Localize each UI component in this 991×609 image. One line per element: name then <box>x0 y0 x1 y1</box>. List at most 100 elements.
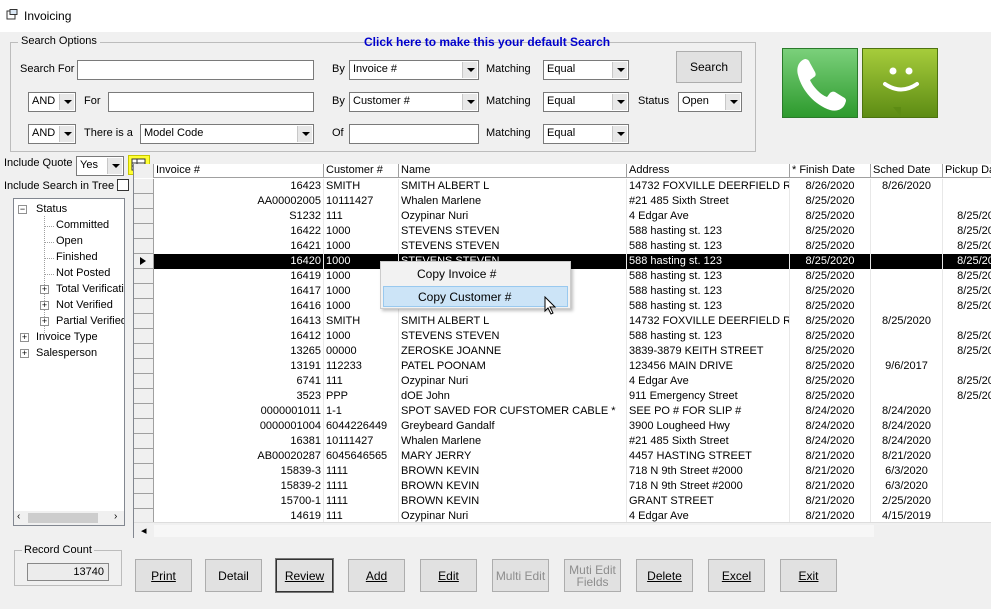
tree-scrollbar-thumb[interactable] <box>28 513 98 523</box>
table-cell[interactable] <box>943 194 991 209</box>
row-selector[interactable] <box>134 434 154 449</box>
table-cell[interactable]: 8/25/202 <box>943 209 991 224</box>
row-selector[interactable] <box>134 374 154 389</box>
table-cell[interactable] <box>871 284 943 299</box>
table-row[interactable]: AA00002005 10111427 Whalen Marlene #21 485 … <box>134 194 991 209</box>
expand-icon[interactable]: + <box>40 301 49 310</box>
table-cell[interactable]: 1111 <box>324 479 399 494</box>
table-cell[interactable]: 8/25/202 <box>943 344 991 359</box>
include-search-tree-checkbox[interactable] <box>117 179 129 191</box>
table-cell[interactable]: 9/6/2017 <box>871 359 943 374</box>
sms-button[interactable] <box>862 48 938 118</box>
table-cell[interactable] <box>871 239 943 254</box>
edit-button[interactable]: Edit <box>420 559 477 592</box>
table-cell[interactable]: SPOT SAVED FOR CUFSTOMER CABLE * <box>399 404 627 419</box>
delete-button[interactable]: Delete <box>636 559 693 592</box>
table-cell[interactable]: 15839-3 <box>154 464 324 479</box>
table-cell[interactable]: 1111 <box>324 494 399 509</box>
row-selector[interactable] <box>134 464 154 479</box>
table-row[interactable]: 16381 10111427 Whalen Marlene #21 485 Sixth… <box>134 434 991 449</box>
col-sched-date[interactable]: Sched Date <box>871 164 943 178</box>
table-cell[interactable]: 8/21/2020 <box>790 464 871 479</box>
table-cell[interactable]: AA00002005 <box>154 194 324 209</box>
table-cell[interactable]: 8/25/2020 <box>790 209 871 224</box>
table-cell[interactable]: 16417 <box>154 284 324 299</box>
tree-item-finished[interactable]: Finished <box>56 251 98 263</box>
table-row[interactable]: S1232 111 Ozypinar Nuri 4 Edgar Ave 8/25/202… <box>134 209 991 224</box>
print-button[interactable]: Print <box>135 559 192 592</box>
default-search-link[interactable]: Click here to make this your default Sea… <box>364 35 610 49</box>
table-cell[interactable]: #21 485 Sixth Street <box>627 434 790 449</box>
multi-edit-fields-button[interactable]: Muti Edit Fields <box>564 559 621 592</box>
table-cell[interactable]: 16413 <box>154 314 324 329</box>
table-cell[interactable]: 4 Edgar Ave <box>627 209 790 224</box>
table-cell[interactable]: SMITH ALBERT L <box>399 179 627 194</box>
table-row[interactable]: 15700-1 1111 BROWN KEVIN GRANT STREET 8/21/… <box>134 494 991 509</box>
table-cell[interactable]: 8/26/2020 <box>871 179 943 194</box>
detail-button[interactable]: Detail <box>205 559 262 592</box>
table-cell[interactable]: 1111 <box>324 464 399 479</box>
table-cell[interactable] <box>871 254 943 269</box>
table-cell[interactable]: 8/24/2020 <box>790 434 871 449</box>
table-cell[interactable]: 588 hasting st. 123 <box>627 224 790 239</box>
matching-select-2[interactable]: Equal <box>543 92 629 112</box>
table-cell[interactable]: 8/21/2020 <box>790 479 871 494</box>
row-selector[interactable] <box>134 269 154 284</box>
row-selector[interactable] <box>134 449 154 464</box>
table-cell[interactable]: 8/25/202 <box>943 299 991 314</box>
table-cell[interactable]: 8/21/2020 <box>790 494 871 509</box>
table-cell[interactable] <box>943 179 991 194</box>
excel-button[interactable]: Excel <box>708 559 765 592</box>
invoice-grid[interactable]: Invoice # Customer # Name Address * Fini… <box>133 164 991 538</box>
expand-icon[interactable]: + <box>20 349 29 358</box>
table-cell[interactable]: 2/25/2020 <box>871 494 943 509</box>
row-selector[interactable] <box>134 194 154 209</box>
grid-scrollbar[interactable]: ◂ <box>134 522 991 538</box>
table-cell[interactable]: 8/25/2020 <box>790 224 871 239</box>
table-cell[interactable] <box>943 314 991 329</box>
table-cell[interactable]: 4457 HASTING STREET <box>627 449 790 464</box>
table-cell[interactable]: 8/25/2020 <box>790 329 871 344</box>
table-cell[interactable]: 10111427 <box>324 194 399 209</box>
row-selector[interactable] <box>134 419 154 434</box>
table-cell[interactable]: #21 485 Sixth Street <box>627 194 790 209</box>
table-cell[interactable]: 8/25/2020 <box>790 269 871 284</box>
table-cell[interactable]: 3900 Lougheed Hwy <box>627 419 790 434</box>
search-for-input[interactable] <box>77 60 314 80</box>
and-select-1[interactable]: AND <box>28 92 76 112</box>
table-cell[interactable] <box>943 494 991 509</box>
table-cell[interactable]: 13265 <box>154 344 324 359</box>
table-cell[interactable]: 00000 <box>324 344 399 359</box>
row-selector[interactable] <box>134 404 154 419</box>
tree-item-salesperson[interactable]: Salesperson <box>36 347 97 359</box>
table-cell[interactable]: MARY JERRY <box>399 449 627 464</box>
tree-item-not-posted[interactable]: Not Posted <box>56 267 110 279</box>
table-row[interactable]: 16412 1000 STEVENS STEVEN 588 hasting st. 1… <box>134 329 991 344</box>
table-cell[interactable]: 0000001004 <box>154 419 324 434</box>
row-selector[interactable] <box>134 179 154 194</box>
tree-item-committed[interactable]: Committed <box>56 219 109 231</box>
tree-scrollbar[interactable]: ‹ › <box>14 511 124 525</box>
table-cell[interactable]: 8/25/202 <box>943 224 991 239</box>
row-selector[interactable] <box>134 284 154 299</box>
for-input[interactable] <box>108 92 314 112</box>
by-select-2[interactable]: Customer # <box>349 92 479 112</box>
phone-call-button[interactable] <box>782 48 858 118</box>
col-address[interactable]: Address <box>627 164 790 178</box>
table-cell[interactable]: 8/25/202 <box>943 269 991 284</box>
table-cell[interactable]: SMITH <box>324 314 399 329</box>
tree-item-open[interactable]: Open <box>56 235 83 247</box>
row-selector[interactable] <box>134 344 154 359</box>
add-button[interactable]: Add <box>348 559 405 592</box>
table-cell[interactable]: ZEROSKE JOANNE <box>399 344 627 359</box>
table-cell[interactable]: 588 hasting st. 123 <box>627 284 790 299</box>
table-row[interactable]: 13265 00000 ZEROSKE JOANNE 3839-3879 KEITH … <box>134 344 991 359</box>
table-cell[interactable]: 10111427 <box>324 434 399 449</box>
table-cell[interactable]: 6044226449 <box>324 419 399 434</box>
table-cell[interactable]: 6045646565 <box>324 449 399 464</box>
table-cell[interactable]: 8/25/2020 <box>790 314 871 329</box>
table-cell[interactable]: 111 <box>324 209 399 224</box>
tree-item-not-verified[interactable]: Not Verified <box>56 299 113 311</box>
table-cell[interactable] <box>871 299 943 314</box>
table-cell[interactable]: 8/24/2020 <box>790 404 871 419</box>
